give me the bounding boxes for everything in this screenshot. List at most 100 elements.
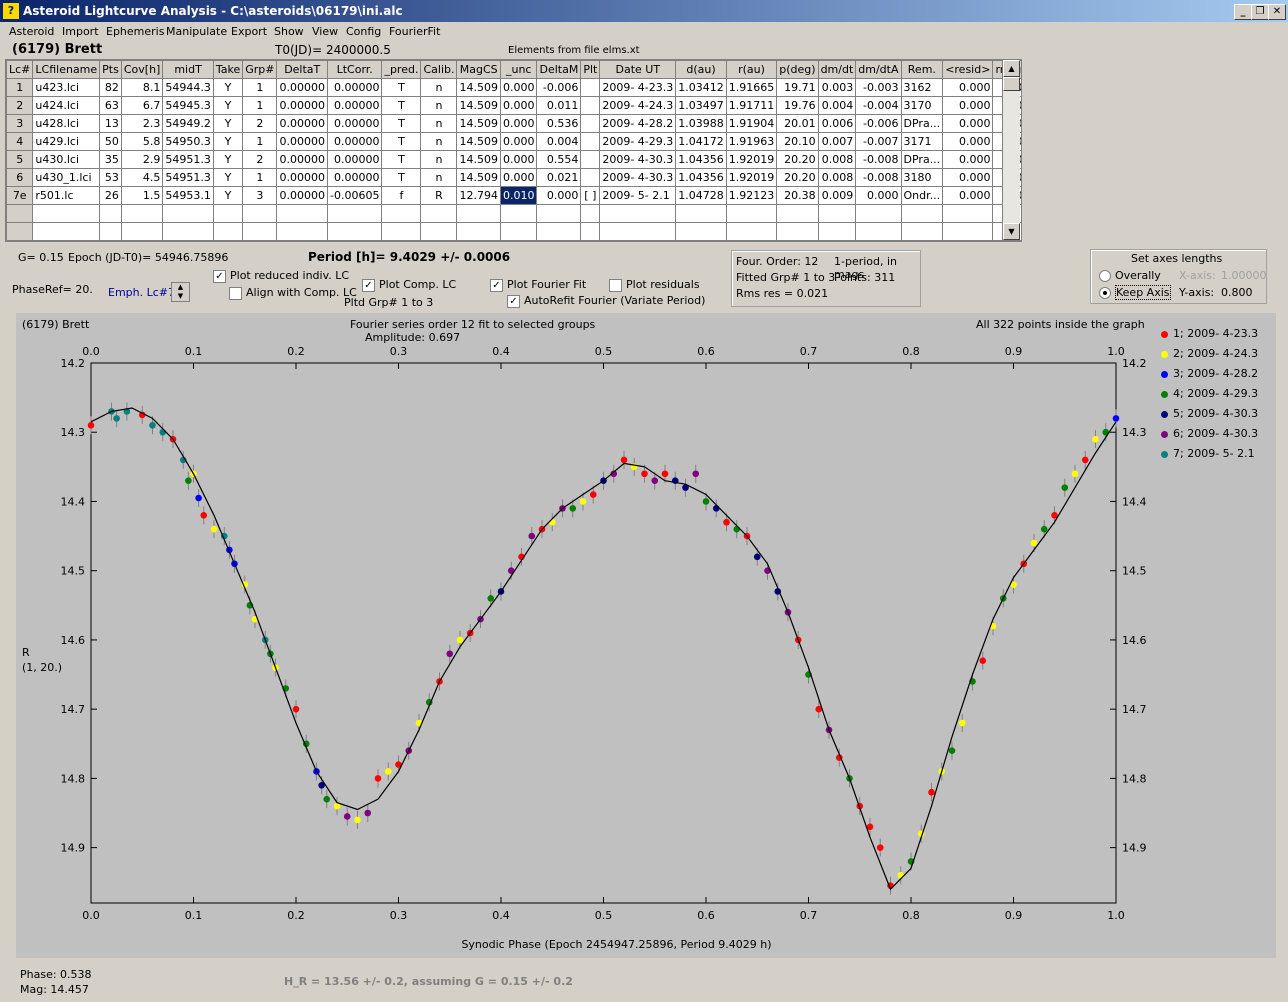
- table-cell[interactable]: 0.009: [817, 186, 857, 205]
- table-cell[interactable]: Y: [212, 168, 244, 187]
- scroll-down-button[interactable]: ▼: [1003, 223, 1020, 240]
- table-cell[interactable]: 0.000: [499, 114, 538, 133]
- table-cell[interactable]: 0.00000: [326, 132, 383, 151]
- table-cell[interactable]: 3162: [900, 78, 944, 97]
- table-cell[interactable]: u430_1.lci: [32, 168, 101, 187]
- table-cell[interactable]: 1.03988: [675, 114, 727, 133]
- table-cell[interactable]: -0.008: [855, 168, 902, 187]
- table-cell[interactable]: 0.006: [817, 114, 857, 133]
- menu-show[interactable]: Show: [274, 25, 304, 38]
- row-header[interactable]: 7e: [6, 186, 34, 205]
- plot-panel[interactable]: 0.0 0.0 0.1 0.1 0.2 0.2 0.3 0.3 0.4 0.4 0.5 0.5 0.6 0…: [16, 313, 1276, 958]
- table-cell[interactable]: T: [381, 168, 422, 187]
- table-cell[interactable]: 1: [242, 78, 278, 97]
- table-cell[interactable]: 54944.3: [162, 78, 214, 97]
- plot-comp-option[interactable]: ✓ Plot Comp. LC: [362, 278, 456, 292]
- table-cell[interactable]: u430.lci: [32, 150, 101, 169]
- table-cell[interactable]: 54945.3: [162, 96, 214, 115]
- table-cell[interactable]: 2: [242, 150, 278, 169]
- table-row[interactable]: 3 u428.lci 13 2.3 54949.2 Y 2 0.00000 0.00000 Tn 1…: [6, 114, 1021, 133]
- table-cell[interactable]: Y: [212, 132, 244, 151]
- table-cell[interactable]: 1: [242, 168, 278, 187]
- row-header[interactable]: 1: [6, 78, 34, 97]
- column-header[interactable]: LCfilename: [32, 60, 101, 79]
- column-header[interactable]: DeltaM: [536, 60, 582, 79]
- table-cell[interactable]: 0.00000: [276, 96, 328, 115]
- table-cell[interactable]: 1.03412: [675, 78, 727, 97]
- row-header[interactable]: 4: [6, 132, 34, 151]
- plot-fourier-checkbox[interactable]: ✓: [490, 278, 503, 292]
- table-cell[interactable]: f: [381, 186, 422, 205]
- plot-comp-checkbox[interactable]: ✓: [362, 278, 375, 292]
- table-cell[interactable]: -0.006: [855, 114, 902, 133]
- table-cell[interactable]: [580, 132, 601, 151]
- table-cell[interactable]: -0.007: [855, 132, 902, 151]
- table-cell[interactable]: 20.01: [776, 114, 819, 133]
- table-cell[interactable]: 3180: [900, 168, 944, 187]
- row-header[interactable]: 5: [6, 150, 34, 169]
- table-cell[interactable]: 1.91665: [725, 78, 778, 97]
- plot-reduced-checkbox[interactable]: ✓: [213, 269, 226, 283]
- table-cell[interactable]: [580, 168, 601, 187]
- table-cell[interactable]: u424.lci: [32, 96, 101, 115]
- table-cell[interactable]: [580, 96, 601, 115]
- menu-ephemeris[interactable]: Ephemeris: [106, 25, 164, 38]
- table-cell[interactable]: 35: [99, 150, 122, 169]
- table-cell[interactable]: 1.92123: [725, 186, 778, 205]
- scroll-up-button[interactable]: ▲: [1003, 60, 1020, 77]
- table-row[interactable]: 6 u430_1.lci 53 4.5 54951.3 Y 1 0.00000 0.00000 T…: [6, 168, 1021, 187]
- table-cell[interactable]: 1.04728: [675, 186, 727, 205]
- table-cell[interactable]: n: [420, 114, 458, 133]
- table-cell[interactable]: T: [381, 114, 422, 133]
- table-cell[interactable]: 0.000: [536, 186, 582, 205]
- table-cell[interactable]: 54950.3: [162, 132, 214, 151]
- autorefit-checkbox[interactable]: ✓: [507, 294, 520, 308]
- table-cell[interactable]: 0.000: [499, 96, 538, 115]
- table-cell[interactable]: 54953.1: [162, 186, 214, 205]
- table-cell[interactable]: 14.509: [456, 96, 501, 115]
- table-cell[interactable]: 2009- 4-28.2: [599, 114, 677, 133]
- menu-manipulate[interactable]: Manipulate: [166, 25, 227, 38]
- table-cell[interactable]: 53: [99, 168, 122, 187]
- table-cell[interactable]: 0.011: [536, 96, 582, 115]
- table-cell[interactable]: 0.000: [942, 150, 994, 169]
- table-cell[interactable]: 0.00000: [276, 132, 328, 151]
- table-cell[interactable]: DPra...: [900, 114, 944, 133]
- column-header[interactable]: Date UT: [599, 60, 677, 79]
- table-cell[interactable]: n: [420, 96, 458, 115]
- table-cell[interactable]: 1: [242, 96, 278, 115]
- table-cell[interactable]: 2009- 4-30.3: [599, 168, 677, 187]
- column-header[interactable]: Take: [212, 60, 244, 79]
- table-cell[interactable]: u429.lci: [32, 132, 101, 151]
- table-row[interactable]: 7e r501.lc 26 1.5 54953.1 Y 3 0.00000 -0.00605 f R…: [6, 186, 1021, 205]
- column-header[interactable]: Rem.: [900, 60, 944, 79]
- column-header[interactable]: midT: [162, 60, 214, 79]
- column-header[interactable]: MagCS: [456, 60, 501, 79]
- lightcurve-chart[interactable]: 0.00.00.10.10.20.20.30.30.40.40.50.50.60…: [16, 313, 1276, 958]
- table-cell[interactable]: 1.04356: [675, 168, 727, 187]
- table-cell[interactable]: T: [381, 132, 422, 151]
- table-cell[interactable]: 0.00000: [326, 96, 383, 115]
- table-cell[interactable]: 0.000: [499, 78, 538, 97]
- table-cell[interactable]: Ondr...: [900, 186, 944, 205]
- table-cell[interactable]: n: [420, 132, 458, 151]
- menu-view[interactable]: View: [312, 25, 338, 38]
- table-cell[interactable]: 54949.2: [162, 114, 214, 133]
- table-cell[interactable]: 14.509: [456, 168, 501, 187]
- menu-fourierfit[interactable]: FourierFit: [389, 25, 440, 38]
- table-cell[interactable]: 0.00000: [326, 78, 383, 97]
- column-header[interactable]: LtCorr.: [326, 60, 383, 79]
- column-header[interactable]: Pts: [99, 60, 122, 79]
- column-header[interactable]: Grp#: [242, 60, 278, 79]
- table-cell[interactable]: r501.lc: [32, 186, 101, 205]
- column-header[interactable]: Calib.: [420, 60, 458, 79]
- table-cell[interactable]: 19.76: [776, 96, 819, 115]
- table-cell[interactable]: 0.00000: [326, 168, 383, 187]
- emph-spinner[interactable]: ▲ ▼: [171, 282, 190, 302]
- table-cell[interactable]: 19.71: [776, 78, 819, 97]
- close-button[interactable]: ✕: [1268, 4, 1286, 20]
- align-comp-checkbox[interactable]: [229, 286, 242, 300]
- table-cell[interactable]: 20.10: [776, 132, 819, 151]
- column-header[interactable]: DeltaT: [276, 60, 328, 79]
- table-cell[interactable]: R: [420, 186, 458, 205]
